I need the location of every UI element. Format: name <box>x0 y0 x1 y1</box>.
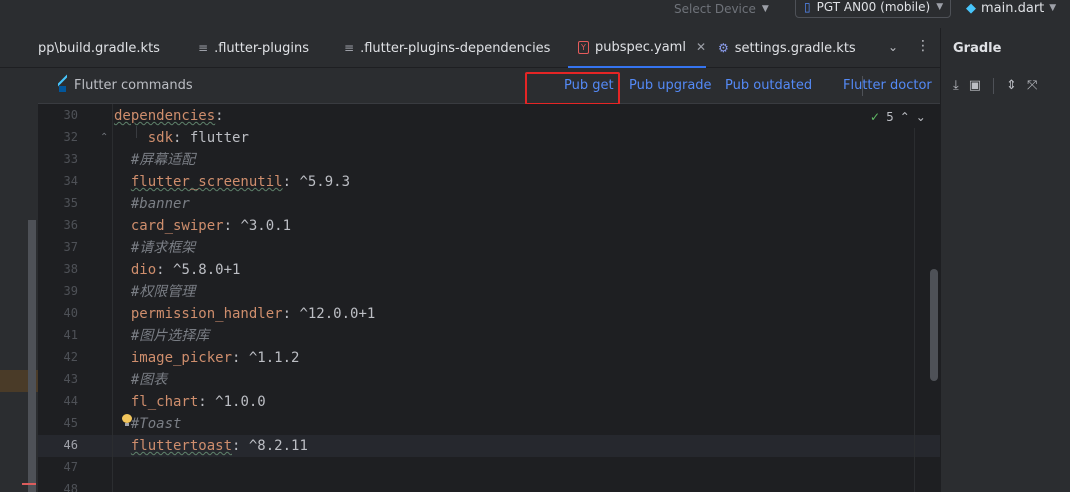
tab-settings-gradle-kts[interactable]: ⚙ settings.gradle.kts <box>718 28 856 68</box>
chevron-down-icon[interactable]: ⌄ <box>916 110 926 124</box>
flutter-commands-label: Flutter commands <box>74 78 193 93</box>
code-line: #图表 <box>130 372 168 388</box>
device-select[interactable]: Select Device ▼ <box>674 0 769 18</box>
tab-flutter-plugins-dependencies[interactable]: ≡ .flutter-plugins-dependencies <box>344 28 550 68</box>
collapse-all-icon[interactable]: ⤧ <box>1027 78 1037 94</box>
code-line: fluttertoast: ^8.2.11 <box>130 438 308 454</box>
flutter-commands-bar: Flutter commands Pub get Pub upgrade Pub… <box>38 68 940 104</box>
flutter-commands-title: Flutter commands <box>56 78 193 93</box>
expand-all-icon[interactable]: ⇕ <box>1006 78 1017 94</box>
fold-chevron-icon[interactable]: ⌃ <box>100 132 108 143</box>
line-number: 41 <box>63 328 78 342</box>
code-line: sdk: flutter <box>147 130 249 146</box>
run-config-name: main.dart <box>981 0 1045 16</box>
flutter-logo-icon <box>56 79 68 93</box>
line-number: 48 <box>63 482 78 492</box>
download-icon[interactable]: ⤓ <box>953 78 959 94</box>
line-number: 46 <box>63 438 78 452</box>
chevron-down-icon[interactable]: ⌄ <box>888 40 898 54</box>
chevron-up-icon[interactable]: ⌃ <box>900 110 910 124</box>
text-file-icon: ≡ <box>344 41 355 55</box>
line-number: 32 <box>63 130 78 144</box>
lightbulb-icon[interactable] <box>122 414 132 426</box>
code-line: #请求框架 <box>130 240 196 256</box>
code-line: #图片选择库 <box>130 328 210 344</box>
run-task-icon[interactable]: ▣ <box>969 78 981 94</box>
pub-outdated-link[interactable]: Pub outdated <box>725 78 812 93</box>
title-bar: Select Device ▼ ▯ PGT AN00 (mobile) ▼ ◆ … <box>0 0 1070 28</box>
code-line: card_swiper: ^3.0.1 <box>130 218 292 234</box>
code-line: permission_handler: ^12.0.0+1 <box>130 306 376 322</box>
code-editor[interactable]: 30 32 33 34 35 36 37 38 39 40 41 42 43 4… <box>38 104 940 492</box>
checkmark-icon: ✓ <box>870 110 881 124</box>
gradle-kts-file-icon: ⚙ <box>718 41 729 55</box>
inspection-count: 5 <box>886 110 894 124</box>
tab-label: .flutter-plugins-dependencies <box>360 40 551 56</box>
line-number: 39 <box>63 284 78 298</box>
tab-label: pubspec.yaml <box>594 39 686 55</box>
line-number-gutter: 30 32 33 34 35 36 37 38 39 40 41 42 43 4… <box>38 104 112 492</box>
device-select-label: Select Device <box>674 2 756 16</box>
tab-label: settings.gradle.kts <box>734 40 856 56</box>
phone-icon: ▯ <box>804 0 811 14</box>
right-margin-guide <box>914 128 915 492</box>
tab-label: .flutter-plugins <box>214 40 309 56</box>
code-line: #屏幕适配 <box>130 152 196 168</box>
line-number: 45 <box>63 416 78 430</box>
tab-flutter-plugins[interactable]: ≡ .flutter-plugins <box>198 28 309 68</box>
line-number: 35 <box>63 196 78 210</box>
gradle-tool-window: Gradle ⤓ ▣ ⇕ ⤧ <box>940 28 1070 492</box>
line-number: 42 <box>63 350 78 364</box>
line-number: 38 <box>63 262 78 276</box>
tab-label: pp\build.gradle.kts <box>38 40 160 56</box>
pub-get-highlight-box <box>525 72 620 105</box>
pub-upgrade-link[interactable]: Pub upgrade <box>629 78 712 93</box>
device-name: PGT AN00 (mobile) <box>816 0 931 14</box>
line-number: 44 <box>63 394 78 408</box>
yaml-file-icon: Y <box>578 40 589 54</box>
code-line: #banner <box>130 196 190 212</box>
line-number: 33 <box>63 152 78 166</box>
text-file-icon: ≡ <box>198 41 209 55</box>
flutter-doctor-link[interactable]: Flutter doctor <box>843 78 932 93</box>
line-number: 43 <box>63 372 78 386</box>
error-marker <box>22 483 36 485</box>
line-number: 37 <box>63 240 78 254</box>
run-config-selector[interactable]: ◆ main.dart ▼ <box>966 0 1056 18</box>
code-line: dio: ^5.8.0+1 <box>130 262 241 278</box>
code-line: dependencies: <box>114 108 224 124</box>
tab-pubspec-yaml[interactable]: Y pubspec.yaml ✕ <box>568 28 706 68</box>
tab-build-gradle-kts[interactable]: pp\build.gradle.kts <box>38 28 160 68</box>
line-number: 40 <box>63 306 78 320</box>
gradle-toolbar: ⤓ ▣ ⇕ ⤧ <box>953 78 1037 94</box>
divider <box>993 78 995 94</box>
more-options-icon[interactable]: ⋮ <box>916 38 930 54</box>
editor-tab-bar: pp\build.gradle.kts ≡ .flutter-plugins ≡… <box>0 28 940 68</box>
gradle-panel-title: Gradle <box>953 41 1002 56</box>
flutter-icon: ◆ <box>966 0 976 16</box>
code-line: fl_chart: ^1.0.0 <box>130 394 266 410</box>
code-line: image_picker: ^1.1.2 <box>130 350 300 366</box>
close-icon[interactable]: ✕ <box>696 40 706 54</box>
device-selector-button[interactable]: ▯ PGT AN00 (mobile) ▼ <box>795 0 951 18</box>
line-number: 47 <box>63 460 78 474</box>
chevron-down-icon: ▼ <box>1049 3 1057 13</box>
inspection-widget[interactable]: ✓ 5 ⌃ ⌄ <box>870 110 926 124</box>
chevron-down-icon: ▼ <box>936 2 944 12</box>
line-number: 34 <box>63 174 78 188</box>
line-number: 36 <box>63 218 78 232</box>
code-line: #权限管理 <box>130 284 196 300</box>
line-number: 30 <box>63 108 78 122</box>
vertical-scrollbar[interactable] <box>930 269 938 381</box>
code-line: flutter_screenutil: ^5.9.3 <box>130 174 351 190</box>
left-scrollbar[interactable] <box>28 220 36 492</box>
chevron-down-icon: ▼ <box>761 4 769 14</box>
gutter-divider <box>112 104 113 492</box>
